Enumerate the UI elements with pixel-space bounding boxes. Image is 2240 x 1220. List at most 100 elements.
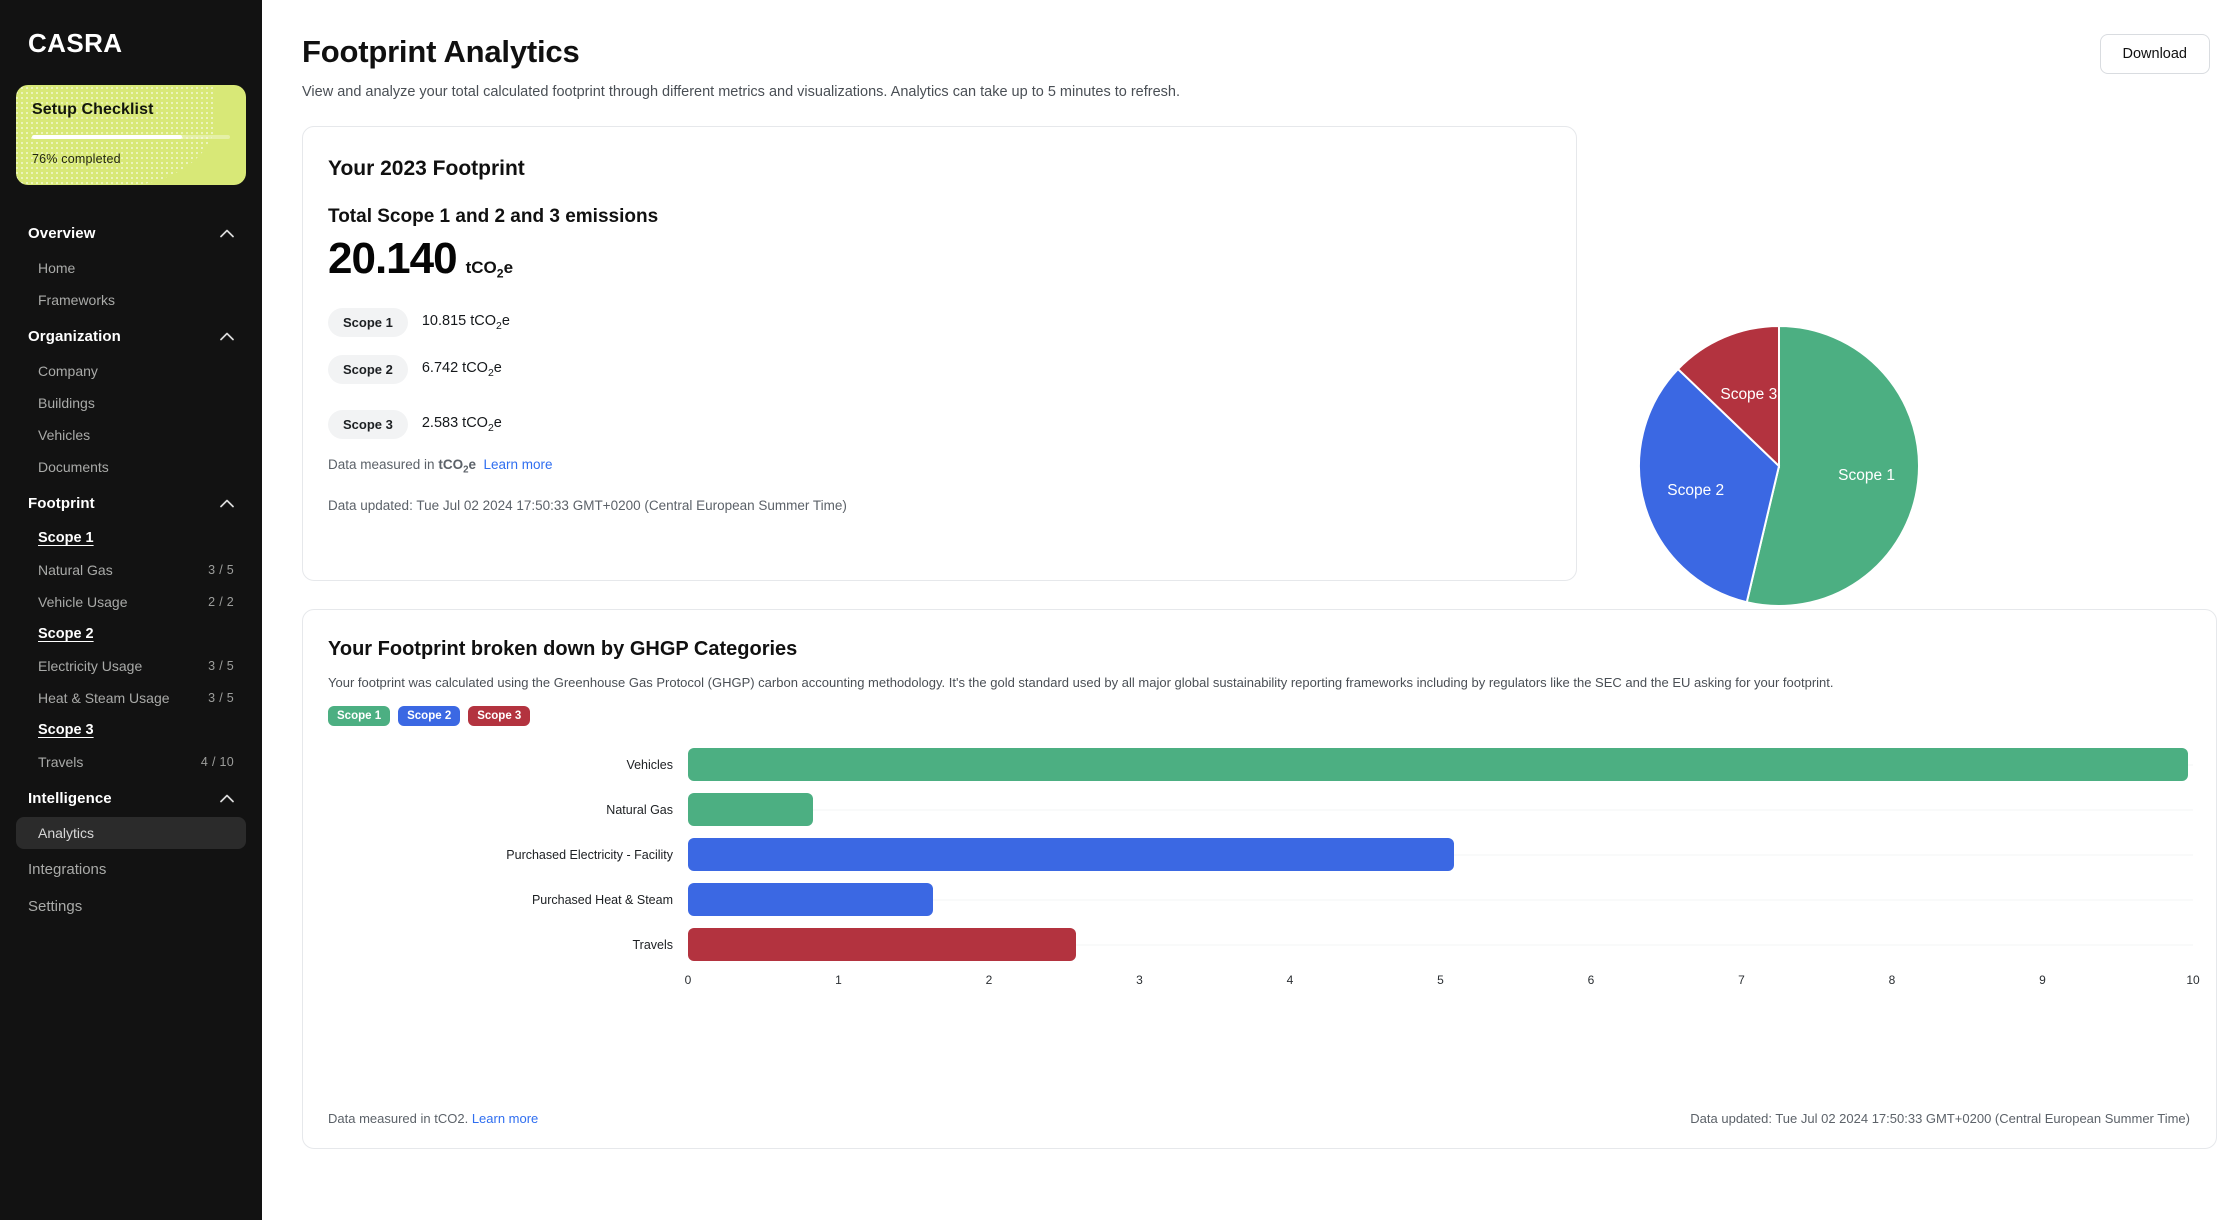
sidebar-item-electricity-usage[interactable]: Electricity Usage 3 / 5 <box>16 650 246 682</box>
bar-chart-x-axis: 0 1 2 3 4 5 6 7 8 9 10 <box>328 973 2200 999</box>
bar-purchased-electricity-facility[interactable] <box>688 838 1455 871</box>
sidebar-item-label: Vehicle Usage <box>38 594 128 610</box>
chevron-up-icon[interactable] <box>220 229 234 238</box>
sidebar-item-label: Electricity Usage <box>38 658 143 674</box>
sidebar-item-label: Integrations <box>28 861 107 878</box>
x-axis-tick: 10 <box>2186 973 2200 987</box>
x-axis-tick: 5 <box>1437 973 1444 987</box>
total-emissions-row: 20.140 tCO2e <box>328 234 1576 284</box>
x-axis-tick: 4 <box>1286 973 1294 987</box>
nav-group-label: Intelligence <box>28 790 112 807</box>
sidebar-item-heat-steam-usage[interactable]: Heat & Steam Usage 3 / 5 <box>16 682 246 714</box>
ghgp-bar-chart: Vehicles Natural Gas Purchased Electricity… <box>328 748 2200 987</box>
sidebar-item-label: Vehicles <box>38 427 91 443</box>
sidebar-item-integrations[interactable]: Integrations <box>16 851 246 888</box>
sidebar-item-label: Scope 1 <box>38 530 94 546</box>
setup-progress-bar <box>32 135 230 139</box>
sidebar-item-scope-2[interactable]: Scope 2 <box>16 618 246 650</box>
page-title: Footprint Analytics <box>302 34 580 69</box>
ghgp-card-title: Your Footprint broken down by GHGP Categ… <box>328 638 798 660</box>
sidebar-item-label: Home <box>38 260 76 276</box>
sidebar-item-home[interactable]: Home <box>16 252 246 284</box>
nav-group-organization: Organization Company Buildings Vehicles Docu… <box>16 318 246 483</box>
bar-purchased-heat-steam[interactable] <box>688 883 934 916</box>
sidebar-item-count: 2 / 2 <box>208 595 234 609</box>
bar-category-label: Travels <box>632 937 673 952</box>
app-root: CASRA Setup Checklist 76% completed Over… <box>0 0 2240 1220</box>
bar-travels[interactable] <box>688 928 1077 961</box>
sidebar-item-count: 3 / 5 <box>208 659 234 673</box>
learn-more-link[interactable]: Learn more <box>484 457 553 472</box>
sidebar-item-count: 3 / 5 <box>208 691 234 705</box>
bar-category-label: Purchased Electricity - Facility <box>506 847 673 862</box>
sidebar-item-buildings[interactable]: Buildings <box>16 387 246 419</box>
scope-value: 2.583 tCO2e <box>421 415 502 434</box>
bar-natural-gas[interactable] <box>688 793 813 826</box>
main-content: Footprint Analytics View and analyze you… <box>262 0 2240 1220</box>
chevron-up-icon[interactable] <box>220 332 234 341</box>
setup-progress-fill <box>32 135 183 139</box>
footprint-summary-card: Your 2023 Footprint Total Scope 1 and 2 … <box>302 126 1920 607</box>
sidebar-nav: Overview Home Frameworks Organization Compan… <box>16 215 246 925</box>
chevron-up-icon[interactable] <box>220 794 234 803</box>
nav-group-footprint: Footprint Scope 1 Natural Gas 3 / 5 Vehicle … <box>16 485 246 778</box>
scope-badge: Scope 3 <box>328 410 408 439</box>
bar-vehicles[interactable] <box>688 748 2189 781</box>
pie-label-scope-2: Scope 2 <box>1667 481 1725 499</box>
sidebar-item-label: Heat & Steam Usage <box>38 690 170 706</box>
x-axis-tick: 6 <box>1587 973 1595 987</box>
sidebar-item-settings[interactable]: Settings <box>16 888 246 925</box>
setup-progress-label: 76% completed <box>32 152 121 166</box>
page-subtitle: View and analyze your total calculated f… <box>302 84 1181 100</box>
sidebar-item-frameworks[interactable]: Frameworks <box>16 284 246 316</box>
sidebar-item-label: Settings <box>28 898 83 915</box>
emissions-pie-chart: Scope 1 Scope 2 Scope 3 <box>1638 324 1920 607</box>
sidebar-item-label: Company <box>38 363 98 379</box>
sidebar-item-vehicle-usage[interactable]: Vehicle Usage 2 / 2 <box>16 586 246 618</box>
bar-category-label: Purchased Heat & Steam <box>531 892 673 907</box>
setup-checklist-card[interactable]: Setup Checklist 76% completed <box>16 85 246 185</box>
pie-label-scope-3: Scope 3 <box>1720 386 1778 404</box>
footer-learn-more-link[interactable]: Learn more <box>472 1111 538 1126</box>
scope-breakdown-list: Scope 1 10.815 tCO2e Scope 2 6.742 tCO2e Sco… <box>328 308 1576 439</box>
chevron-up-icon[interactable] <box>220 499 234 508</box>
nav-group-header-footprint[interactable]: Footprint <box>16 485 246 522</box>
nav-group-header-organization[interactable]: Organization <box>16 318 246 355</box>
legend-pill-scope-1[interactable]: Scope 1 <box>328 706 391 726</box>
legend-pill-scope-2[interactable]: Scope 2 <box>398 706 461 726</box>
x-axis-tick: 8 <box>1888 973 1896 987</box>
sidebar-item-travels[interactable]: Travels 4 / 10 <box>16 746 246 778</box>
pie-svg <box>1638 324 1920 607</box>
nav-group-label: Organization <box>28 328 121 345</box>
footer-measured-note: Data measured in tCO2. Learn more <box>328 1111 538 1126</box>
ghgp-card-footer: Data measured in tCO2. Learn more Data u… <box>328 1111 2190 1126</box>
sidebar-item-vehicles[interactable]: Vehicles <box>16 419 246 451</box>
sidebar-item-label: Travels <box>38 754 84 770</box>
scope-row: Scope 1 10.815 tCO2e <box>328 308 1576 337</box>
nav-group-overview: Overview Home Frameworks <box>16 215 246 316</box>
bar-chart-row: Natural Gas <box>328 793 2193 826</box>
nav-group-header-overview[interactable]: Overview <box>16 215 246 252</box>
measured-in-note: Data measured in tCO2e Learn more <box>328 457 1576 476</box>
scope-value: 10.815 tCO2e <box>421 313 510 332</box>
sidebar-item-analytics[interactable]: Analytics <box>16 817 246 849</box>
bar-chart-row: Purchased Heat & Steam <box>328 883 2193 916</box>
sidebar-item-count: 4 / 10 <box>200 755 234 769</box>
sidebar-item-label: Scope 2 <box>38 626 94 642</box>
sidebar-item-natural-gas[interactable]: Natural Gas 3 / 5 <box>16 554 246 586</box>
legend-pill-scope-3[interactable]: Scope 3 <box>468 706 531 726</box>
nav-group-label: Footprint <box>28 495 95 512</box>
sidebar-item-label: Frameworks <box>38 292 116 308</box>
download-button[interactable]: Download <box>2099 34 2210 74</box>
measured-prefix: Data measured in <box>328 457 435 472</box>
sidebar-item-scope-1[interactable]: Scope 1 <box>16 522 246 554</box>
sidebar-item-documents[interactable]: Documents <box>16 451 246 483</box>
footer-updated-text: Data updated: Tue Jul 02 2024 17:50:33 G… <box>1690 1111 2190 1126</box>
nav-group-header-intelligence[interactable]: Intelligence <box>16 780 246 817</box>
brand-logo[interactable]: CASRA <box>16 0 246 59</box>
sidebar-item-company[interactable]: Company <box>16 355 246 387</box>
sidebar-item-label: Buildings <box>38 395 95 411</box>
footer-measured-text: Data measured in tCO2. <box>328 1111 469 1126</box>
nav-group-label: Overview <box>28 225 96 242</box>
sidebar-item-scope-3[interactable]: Scope 3 <box>16 714 246 746</box>
